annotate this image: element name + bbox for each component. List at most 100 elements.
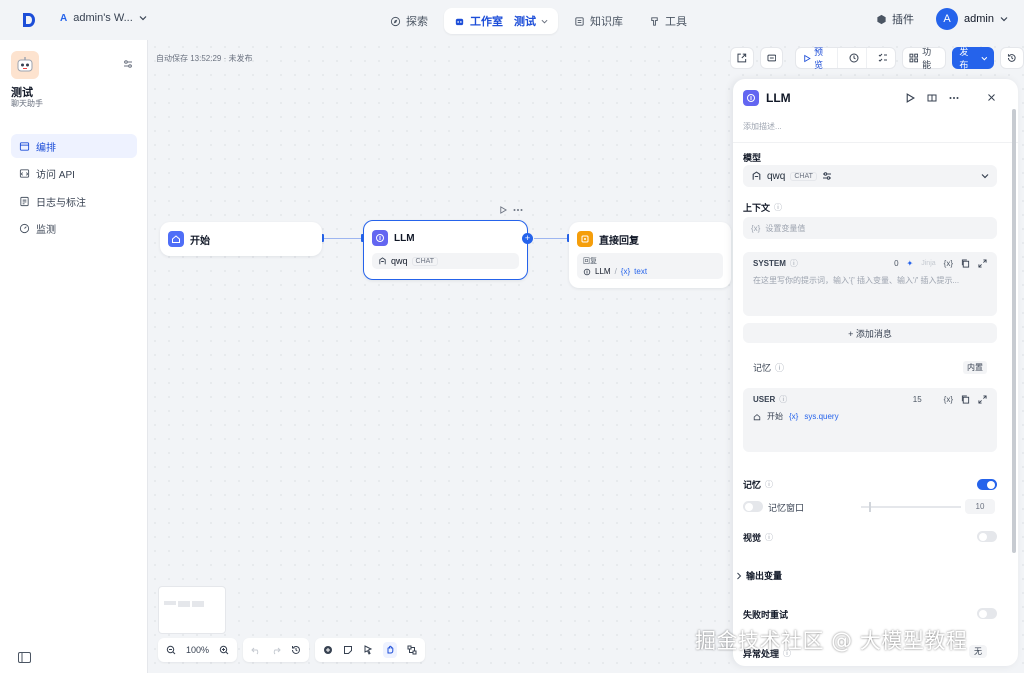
output-variables-section[interactable]: 输出变量 [736,569,782,582]
context-selector[interactable]: {x} 设置变量值 [743,217,997,239]
pointer-icon[interactable] [363,645,373,655]
history-icon[interactable] [291,645,301,655]
plugins-button[interactable]: 插件 [876,11,914,27]
reply-content: 回复 LLM / {x} text [577,253,723,279]
copy-icon[interactable] [961,395,970,404]
sliders-icon[interactable] [822,171,832,181]
prompt-char-count: 15 [912,395,922,404]
memory-window-toggle[interactable] [743,501,763,512]
help-icon: ⓘ [779,395,788,404]
node-config-panel: LLM 添加描述... 模型 qwq CHAT 上下文 ⓘ {x} 设置变量值 S… [733,79,1018,666]
hand-tool[interactable] [383,642,398,658]
system-prompt-editor[interactable]: SYSTEM ⓘ 0 ✦ Jinja {x} 在这里写你的提示词，输入'{' 插… [743,252,997,316]
zoom-in-icon[interactable] [219,645,229,655]
context-label: 上下文 ⓘ [743,203,783,213]
app-icon [11,51,39,79]
user-menu[interactable]: A admin [936,8,1008,30]
add-message-button[interactable]: + 添加消息 [743,323,997,343]
preview-button[interactable]: 预览 [796,47,838,70]
node-llm[interactable]: LLM qwq CHAT [363,220,528,280]
chevron-down-icon [981,56,987,60]
publish-button[interactable]: 发布 [952,47,995,70]
chevron-right-icon [737,572,742,579]
expand-icon[interactable] [978,259,987,268]
nav-explore[interactable]: 探索 [380,8,438,34]
add-next-node-button[interactable]: + [522,233,533,244]
node-start[interactable]: 开始 [160,222,322,256]
close-icon[interactable] [987,93,996,102]
variable-ref: LLM / {x} text [583,267,717,276]
nav-studio[interactable]: 工作室 测试 [444,8,558,34]
help-icon: ⓘ [765,533,774,542]
env-button[interactable] [759,47,784,69]
collapse-sidebar-icon[interactable] [18,652,31,663]
zoom-control: 100% [158,638,238,662]
memory-row: 记忆 ⓘ 内置 [743,357,997,377]
history-run-button[interactable] [842,48,867,68]
panel-scrollbar[interactable] [1012,109,1016,553]
add-node-icon[interactable] [323,645,333,655]
node-model-chip: qwq CHAT [372,253,519,269]
layout-icon [19,141,30,151]
organize-icon[interactable] [407,645,417,655]
dify-logo[interactable] [22,12,36,28]
app-type: 聊天助手 [11,99,43,108]
undo-icon[interactable] [251,645,261,655]
panel-header: LLM [743,90,791,106]
main-nav: 探索 工作室 测试 知识库 工具 [380,8,697,34]
node-answer[interactable]: 直接回复 回复 LLM / {x} text [569,222,731,288]
panel-title[interactable]: LLM [766,91,791,105]
sliders-icon[interactable] [122,58,134,70]
nav-knowledge[interactable]: 知识库 [564,8,633,34]
memory-window-value[interactable]: 10 [965,499,995,514]
export-button[interactable] [730,47,754,69]
env-icon [767,54,776,62]
sidebar-item-monitor[interactable]: 监测 [11,217,137,241]
nav-tools[interactable]: 工具 [639,8,697,34]
hand-icon [387,645,394,654]
description-input[interactable]: 添加描述... [743,121,782,132]
memory-toggle-label: 记忆 ⓘ [743,480,774,490]
redo-icon[interactable] [271,645,281,655]
note-icon[interactable] [343,645,353,655]
variable-icon[interactable]: {x} [944,259,953,268]
jinja-toggle[interactable]: Jinja [921,260,935,267]
sparkle-icon[interactable]: ✦ [907,259,914,268]
minimap[interactable] [158,586,226,634]
user-prompt-editor[interactable]: USER ⓘ 15 {x} 开始 {x} sys.query [743,388,997,452]
chevron-down-icon [139,16,147,21]
canvas-controls: 100% [158,638,426,662]
model-selector[interactable]: qwq CHAT [743,165,997,187]
avatar: A [936,8,959,30]
features-button[interactable]: 功能 [901,47,947,70]
memory-role-tag[interactable]: 内置 [963,360,987,374]
checklist-button[interactable] [871,48,895,68]
model-icon [752,170,761,180]
memory-window-slider[interactable] [861,502,961,512]
sidebar-item-orchestrate[interactable]: 编排 [11,134,137,158]
workspace-switcher[interactable]: A admin's W... [60,12,147,24]
zoom-out-icon[interactable] [166,645,176,655]
grid-icon [909,53,918,63]
studio-app-selector[interactable]: 测试 [514,13,536,29]
expand-icon[interactable] [978,395,987,404]
variable-icon[interactable]: {x} [944,395,953,404]
book-open-icon[interactable] [927,93,937,103]
version-history-button[interactable] [1000,47,1024,69]
error-handling-select[interactable]: 无 [969,645,987,658]
copy-icon[interactable] [961,259,970,268]
more-icon[interactable] [949,93,959,103]
zoom-level[interactable]: 100% [186,645,209,655]
vision-toggle[interactable] [977,531,997,542]
memory-toggle[interactable] [977,479,997,490]
retry-toggle[interactable] [977,608,997,619]
answer-icon [577,231,593,247]
sidebar-item-api[interactable]: 访问 API [11,162,137,186]
api-icon [19,169,30,178]
play-icon[interactable] [499,206,507,214]
external-link-icon [737,53,747,63]
sidebar-item-logs[interactable]: 日志与标注 [11,189,137,213]
more-icon[interactable] [513,206,523,214]
play-icon[interactable] [905,93,915,103]
chevron-down-icon [541,19,548,24]
